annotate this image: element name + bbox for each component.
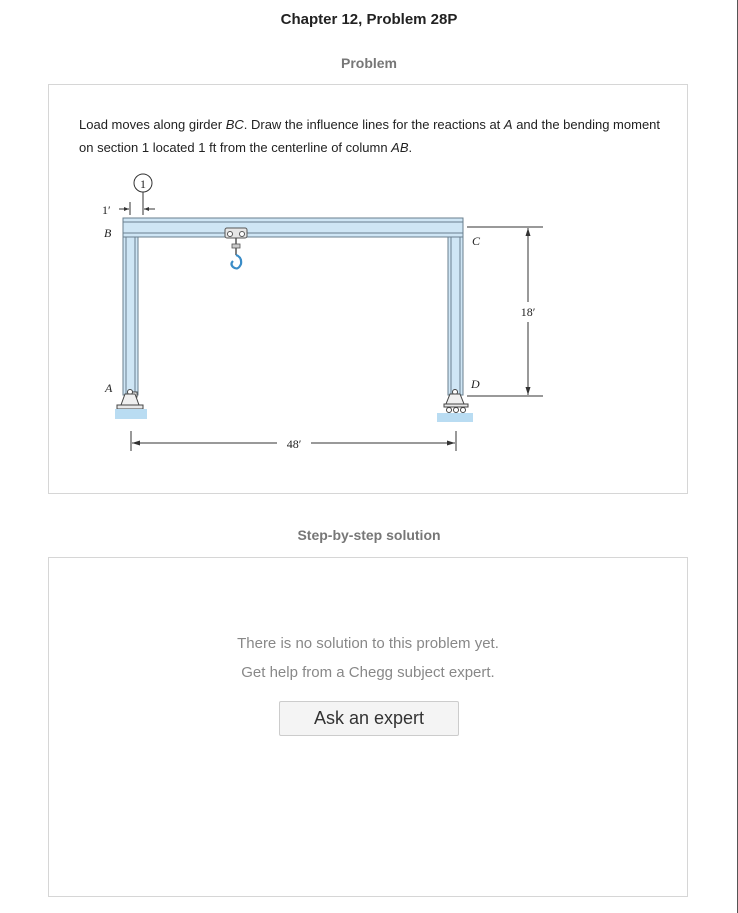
girder-bc [122,217,464,238]
offset-label: 1′ [102,203,111,217]
solution-card: There is no solution to this problem yet… [48,557,688,897]
problem-heading: Problem [340,55,397,71]
joint-b-label: B [104,226,112,240]
page-title: Chapter 12, Problem 28P [280,11,458,28]
no-solution-message: There is no solution to this problem yet… [237,635,499,652]
section-1-label: 1 [140,177,146,191]
column-ab [122,236,139,396]
roller-support-d [437,389,473,422]
column-cd [447,236,464,396]
solution-heading: Step-by-step solution [297,527,441,543]
expert-help-message: Get help from a Chegg subject expert. [241,664,495,681]
height-dimension-label: 18′ [521,305,536,319]
joint-a-label: A [104,381,113,395]
span-dimension-label: 48′ [287,437,302,451]
ask-expert-button[interactable]: Ask an expert [279,701,459,736]
trolley-hook-icon [224,227,248,270]
problem-card: Load moves along girder BC. Draw the inf… [48,84,688,494]
frame-diagram: 1 1′ B C A D 48′ 18′ [102,173,543,451]
pin-support-a [115,389,147,419]
joint-d-label: D [470,377,480,391]
joint-c-label: C [472,234,481,248]
